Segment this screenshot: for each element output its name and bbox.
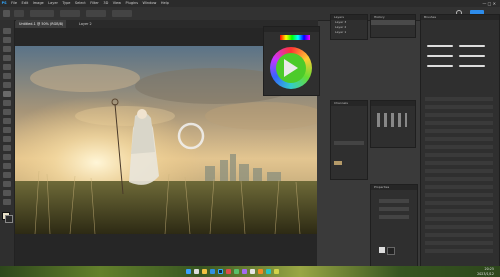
brush-folder-list[interactable] [425, 97, 493, 257]
menu-edit[interactable]: Edit [21, 0, 28, 7]
brush-stroke-preview[interactable] [459, 65, 485, 67]
opacity-field[interactable] [60, 10, 80, 17]
document-tab[interactable]: Layer 2 [76, 20, 95, 28]
properties-field[interactable] [379, 207, 409, 211]
hand-tool-icon[interactable] [3, 190, 11, 196]
smoothing-field[interactable] [112, 10, 132, 17]
app-icon[interactable] [266, 269, 271, 274]
taskbar: 20:25 2023/1/12 [0, 266, 500, 277]
menu-select[interactable]: Select [75, 0, 86, 7]
menu-help[interactable]: Help [161, 0, 169, 7]
eraser-tool-icon[interactable] [3, 118, 11, 124]
gradient-tool-icon[interactable] [3, 127, 11, 133]
menu-plugins[interactable]: Plugins [126, 0, 139, 7]
adjustments-panel [370, 100, 416, 148]
menu-window[interactable]: Window [143, 0, 157, 7]
pen-tool-icon[interactable] [3, 154, 11, 160]
brushes-panel-title: Brushes [421, 15, 499, 20]
adjustments-panel-header [371, 101, 415, 106]
menu-ps-logo[interactable]: PS [2, 0, 7, 7]
type-tool-icon[interactable] [3, 163, 11, 169]
clone-stamp-tool-icon[interactable] [3, 100, 11, 106]
properties-swatch[interactable] [387, 247, 395, 255]
menu-bar: PS File Edit Image Layer Type Select Fil… [0, 0, 500, 7]
start-icon[interactable] [186, 269, 191, 274]
search-icon[interactable] [194, 269, 199, 274]
menu-image[interactable]: Image [33, 0, 44, 7]
menu-3d[interactable]: 3D [103, 0, 108, 7]
app-icon[interactable] [242, 269, 247, 274]
flow-field[interactable] [86, 10, 106, 17]
properties-swatch[interactable] [379, 247, 385, 253]
quick-select-tool-icon[interactable] [3, 55, 11, 61]
clock-date: 2023/1/12 [477, 271, 494, 276]
mode-dropdown[interactable] [30, 10, 54, 17]
file-explorer-icon[interactable] [202, 269, 207, 274]
history-brush-tool-icon[interactable] [3, 109, 11, 115]
menu-filter[interactable]: Filter [90, 0, 99, 7]
channel-icon-row[interactable] [334, 141, 364, 145]
zoom-tool-icon[interactable] [3, 199, 11, 205]
menu-view[interactable]: View [113, 0, 121, 7]
layer-row[interactable]: Layer 1 [331, 30, 367, 35]
photoshop-icon[interactable] [218, 269, 223, 274]
color-wheel-panel [263, 26, 320, 96]
menu-layer[interactable]: Layer [48, 0, 58, 7]
properties-panel-title: Properties [371, 185, 417, 190]
channels-panel: Channels [330, 100, 368, 180]
properties-field[interactable] [379, 215, 409, 219]
browser-icon[interactable] [210, 269, 215, 274]
background-color-swatch[interactable] [5, 215, 13, 223]
healing-brush-tool-icon[interactable] [3, 82, 11, 88]
channels-panel-title: Channels [331, 101, 367, 106]
play-triangle-icon [284, 59, 298, 77]
dodge-tool-icon[interactable] [3, 145, 11, 151]
adjustment-icon-grid[interactable] [377, 113, 407, 127]
layers-panel: Layers Layer 3 Layer 2 Layer 1 [330, 14, 368, 40]
tools-panel [0, 20, 15, 266]
app-icon[interactable] [274, 269, 279, 274]
brush-stroke-preview[interactable] [427, 45, 453, 47]
crop-tool-icon[interactable] [3, 64, 11, 70]
history-row[interactable] [371, 25, 415, 30]
taskbar-clock[interactable]: 20:25 2023/1/12 [477, 267, 494, 276]
brushes-panel: Brushes [420, 14, 500, 268]
marquee-tool-icon[interactable] [3, 37, 11, 43]
channel-thumbnail[interactable] [334, 161, 342, 165]
properties-panel: Properties [370, 184, 418, 268]
menu-file[interactable]: File [11, 0, 17, 7]
brush-stroke-preview[interactable] [459, 45, 485, 47]
window-controls[interactable]: — □ ✕ [482, 1, 496, 6]
path-select-tool-icon[interactable] [3, 172, 11, 178]
brush-stroke-preview[interactable] [427, 55, 453, 57]
history-panel: History [370, 14, 416, 38]
shape-tool-icon[interactable] [3, 181, 11, 187]
blur-tool-icon[interactable] [3, 136, 11, 142]
app-icon[interactable] [250, 269, 255, 274]
brush-tool-icon[interactable] [3, 10, 10, 17]
color-panel-header [264, 27, 319, 32]
lasso-tool-icon[interactable] [3, 46, 11, 52]
properties-field[interactable] [379, 199, 409, 203]
brush-stroke-preview[interactable] [427, 65, 453, 67]
brush-stroke-preview[interactable] [459, 55, 485, 57]
app-icon[interactable] [258, 269, 263, 274]
eyedropper-tool-icon[interactable] [3, 73, 11, 79]
app-icon[interactable] [234, 269, 239, 274]
brush-tool-icon[interactable] [3, 91, 11, 97]
app-icon[interactable] [226, 269, 231, 274]
document-tab[interactable]: Untitled-1 @ 50% (RGB/8) [16, 20, 67, 28]
menu-type[interactable]: Type [62, 0, 70, 7]
color-spectrum-bar[interactable] [280, 35, 310, 40]
brush-preset-picker[interactable] [14, 10, 24, 17]
move-tool-icon[interactable] [3, 28, 11, 34]
